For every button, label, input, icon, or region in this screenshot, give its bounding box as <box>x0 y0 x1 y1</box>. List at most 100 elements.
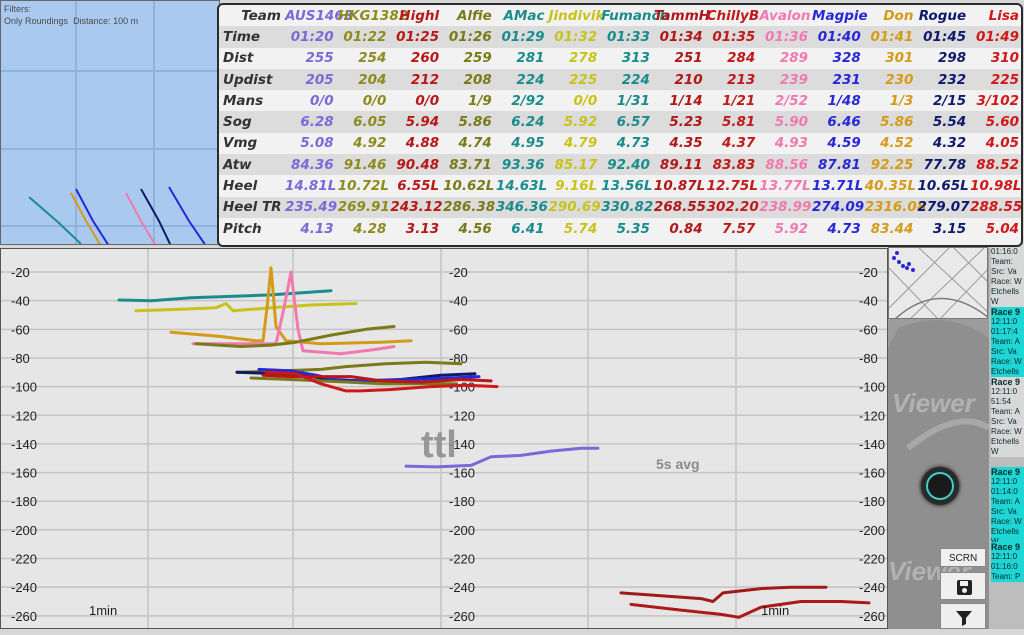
race-detail-line: Src: Va <box>991 347 1017 356</box>
stat-cell: 10.72L <box>337 178 390 195</box>
team-name-cell[interactable]: Lisa <box>968 5 1021 26</box>
team-name-cell[interactable]: TammH <box>652 5 710 26</box>
y-tick-label: -220 <box>859 552 885 567</box>
y-tick-label: -120 <box>11 408 37 423</box>
stat-cell: 269.91 <box>335 196 390 218</box>
race-list-item[interactable]: Race 9 12:11:0 01:17:4 Team: A Src: Va Race: … <box>991 307 1024 387</box>
row-label: Pitch <box>223 220 262 237</box>
y-tick-label: -260 <box>859 609 885 624</box>
y-tick-label: -180 <box>11 494 37 509</box>
stat-cell: 13.77L <box>759 178 811 195</box>
y-tick-label: -200 <box>859 523 885 538</box>
race-detail-line: Team: P <box>991 572 1021 581</box>
race-detail-line: 01:16:0 <box>991 562 1018 571</box>
stat-cell: 286.38 <box>441 196 495 218</box>
stat-cell: 5.81 <box>704 111 758 133</box>
save-button[interactable] <box>940 572 986 600</box>
stat-cell: 2/15 <box>933 92 967 109</box>
race-list-item[interactable]: Race 9 12:11:0 01:16:0 Team: P <box>991 542 1024 582</box>
y-tick-label: -160 <box>11 466 37 481</box>
stat-cell: 1/3 <box>889 92 914 109</box>
y-tick-label: -120 <box>859 408 885 423</box>
y-tick-label: -40 <box>449 294 468 309</box>
y-tick-label: -240 <box>449 580 475 595</box>
stat-cell: 1/21 <box>722 92 756 109</box>
stat-cell: 2/92 <box>511 92 545 109</box>
avg-label: 5s avg <box>656 456 700 472</box>
y-tick-label: -120 <box>449 408 475 423</box>
table-row: Dist 255 254 260 259 281 278 313 251 284 289 328 301… <box>219 48 1021 69</box>
course-minimap[interactable] <box>888 247 988 319</box>
stat-cell: 5.54 <box>915 111 969 133</box>
stat-cell: 6.28 <box>283 111 336 133</box>
race-detail-line: 01:17:4 <box>991 327 1018 336</box>
y-tick-label: -180 <box>859 494 885 509</box>
row-label: Sog <box>219 111 283 133</box>
stat-cell: 5.92 <box>774 220 809 237</box>
stat-cell: 13.56L <box>601 178 653 195</box>
race-list-item[interactable]: Race 9 12:11:0 01:14:0 Team: A Src: Va Race: … <box>991 467 1024 547</box>
row-label: Time <box>219 26 283 48</box>
race-list-item[interactable]: Race 9 12:11:0 51:54 Team: A Src: Va Race: WE… <box>991 377 1024 457</box>
stat-cell: 225 <box>968 68 1021 91</box>
race-list[interactable]: 01:16:0 Team: Src: Va Race: W Etchells W Rac… <box>989 247 1024 629</box>
screen-button[interactable]: SCRN <box>940 548 986 567</box>
stat-cell: 01:26 <box>441 26 494 48</box>
track-map-panel[interactable]: Filters: Only Roundings Distance: 100 m <box>0 0 220 245</box>
series-line <box>117 289 333 303</box>
team-name-cell[interactable]: Rogue <box>915 5 968 26</box>
stat-cell: 0/0 <box>362 92 387 109</box>
team-name-cell[interactable]: HKG1382 <box>336 5 408 26</box>
stat-cell: 93.36 <box>493 154 547 176</box>
series-line <box>134 302 358 313</box>
stat-cell: 1/14 <box>669 92 703 109</box>
team-name-cell[interactable]: ChillyB <box>705 5 760 26</box>
stat-cell: 0/0 <box>573 92 598 109</box>
stat-cell: 5.04 <box>985 220 1019 237</box>
y-tick-label: -20 <box>859 265 878 280</box>
team-name-cell[interactable]: Don <box>863 5 916 26</box>
table-row: Heel TR 235.49 269.91 243.12 286.38 346.36 290… <box>219 196 1021 218</box>
stat-cell: 01:20 <box>283 26 336 48</box>
stat-cell: 3/102 <box>976 92 1019 109</box>
race-detail-line: Race: W <box>991 277 1022 286</box>
team-name-cell[interactable]: Jindivik <box>547 5 605 26</box>
table-row: Pitch 4.13 4.28 3.13 4.56 6.41 5.74 5.35 0.84 7.5… <box>219 218 1021 239</box>
race-list-item[interactable]: 01:16:0 Team: Src: Va Race: W Etchells W <box>991 247 1024 307</box>
row-label: Mans <box>223 92 264 109</box>
team-name-cell[interactable]: Fumanch <box>599 5 669 26</box>
stat-cell: 290.69 <box>546 196 601 218</box>
stat-cell: 4.37 <box>722 135 756 152</box>
team-name-cell[interactable]: AMac <box>494 5 547 26</box>
stat-cell: 4.74 <box>458 135 492 152</box>
stat-cell: 5.86 <box>862 111 916 133</box>
stat-cell: 208 <box>441 68 494 91</box>
filter-icon <box>956 611 972 626</box>
filter-button[interactable] <box>940 603 986 629</box>
race-title: Race 9 <box>991 467 1021 477</box>
center-target-button[interactable] <box>921 467 959 505</box>
stat-cell: 210 <box>651 68 705 91</box>
stat-cell: 4.05 <box>985 135 1019 152</box>
stat-cell: 6.46 <box>810 111 863 133</box>
team-name-cell[interactable]: Magpie <box>810 5 868 26</box>
race-detail-line: Team: A <box>991 337 1020 346</box>
distance-value: Distance: 100 m <box>73 16 139 26</box>
ttl-chart[interactable]: -20 -20 -20 -40 -40 -40 -60 -60 -60 -80 -80 -80 -100… <box>0 248 888 629</box>
stat-cell: 01:22 <box>335 26 389 48</box>
stat-cell: 83.71 <box>441 154 494 176</box>
race-detail-line: Etchells W <box>991 437 1020 456</box>
stat-cell: 13.71L <box>812 178 864 195</box>
stat-cell: 01:49 <box>968 26 1021 48</box>
stat-cell: 77.78 <box>915 154 969 176</box>
team-name-cell[interactable]: Avalon <box>757 5 810 26</box>
race-detail-line: 01:14:0 <box>991 487 1018 496</box>
y-tick-label: -260 <box>11 609 37 624</box>
team-name-cell[interactable]: AUS1463 <box>283 5 353 26</box>
race-detail-line: 12:11:0 <box>991 387 1018 396</box>
stat-cell: 01:36 <box>757 26 811 48</box>
team-name-cell[interactable]: Alfie <box>441 5 494 26</box>
race-detail-line: Race: W <box>991 427 1022 436</box>
stat-cell: 90.48 <box>388 154 442 176</box>
stat-cell: 40.35L <box>864 178 917 195</box>
